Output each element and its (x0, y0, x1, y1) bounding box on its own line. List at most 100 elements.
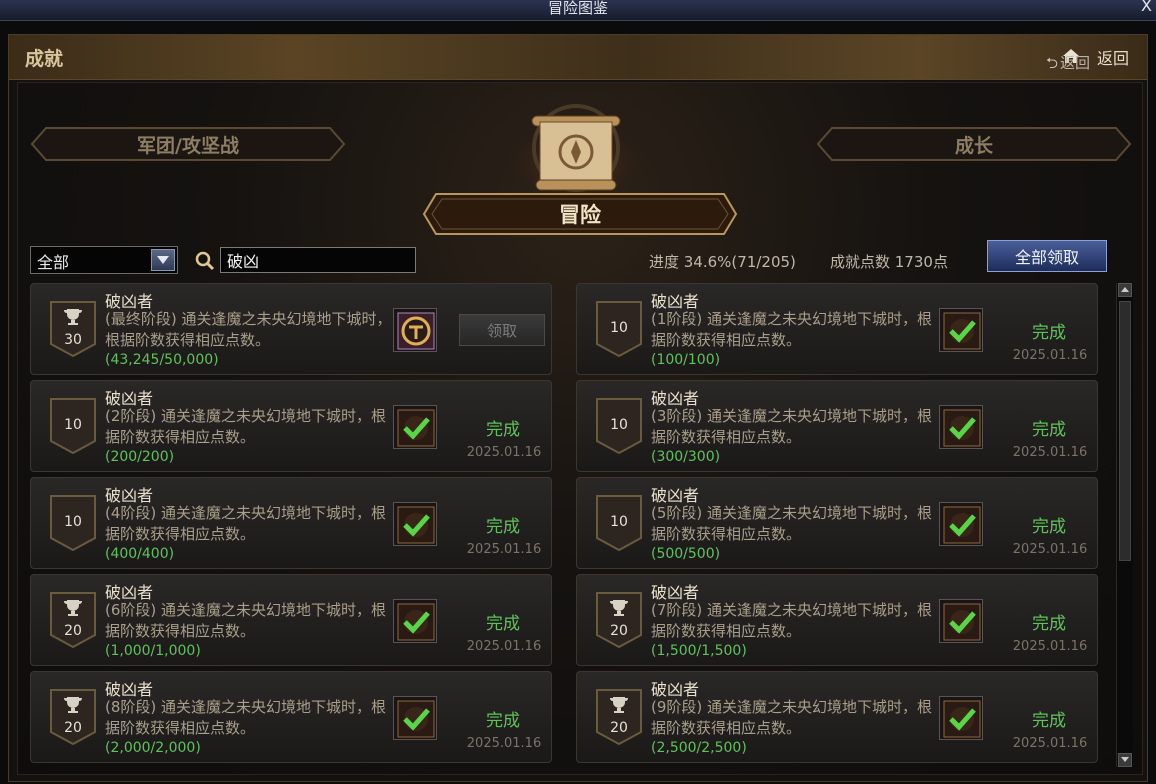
scroll-down-icon[interactable] (1118, 753, 1132, 767)
achievement-progress: (43,245/50,000) (105, 352, 219, 368)
points-badge: 10 (595, 494, 643, 552)
list-scrollbar[interactable] (1116, 283, 1133, 767)
achievement-card: 20 破凶者 (7阶段) 通关逢魔之未央幻境地下城时，根据阶数获得相应点数。 (1,5… (576, 574, 1098, 666)
check-icon (397, 409, 435, 447)
achievement-description: (6阶段) 通关逢魔之未央幻境地下城时，根据阶数获得相应点数。 (105, 601, 387, 640)
reward-slot[interactable] (939, 696, 983, 740)
achievement-card: 10 破凶者 (3阶段) 通关逢魔之未央幻境地下城时，根据阶数获得相应点数。 (300… (576, 380, 1098, 472)
completed-date: 2025.01.16 (466, 445, 542, 460)
completed-status: 完成 (1032, 323, 1066, 343)
completed-status: 完成 (486, 517, 520, 537)
trophy-icon (64, 697, 82, 713)
achievement-card: 30 破凶者 (最终阶段) 通关逢魔之未央幻境地下城时，根据阶数获得相应点数。 (43… (30, 283, 552, 375)
tab-legion-siege[interactable]: 军团/攻坚战 (30, 126, 346, 162)
close-icon[interactable]: X (1141, 0, 1152, 15)
achievement-description: (8阶段) 通关逢魔之未央幻境地下城时，根据阶数获得相应点数。 (105, 698, 387, 737)
check-icon (943, 409, 981, 447)
points-value: 10 (610, 320, 628, 336)
points-badge: 20 (595, 688, 643, 746)
points-value: 20 (610, 720, 628, 736)
trophy-icon (64, 309, 82, 325)
page-title: 成就 (25, 48, 64, 70)
points-badge: 10 (595, 300, 643, 358)
points-value: 10 (610, 417, 628, 433)
points-badge: 10 (49, 397, 97, 455)
completed-date: 2025.01.16 (466, 639, 542, 654)
check-icon (943, 506, 981, 544)
achievement-description: (4阶段) 通关逢魔之未央幻境地下城时，根据阶数获得相应点数。 (105, 504, 387, 543)
reward-slot[interactable] (393, 308, 437, 352)
achievement-progress: (300/300) (651, 449, 721, 465)
chevron-down-icon[interactable] (151, 249, 175, 271)
points-badge: 20 (49, 591, 97, 649)
achievement-card: 20 破凶者 (9阶段) 通关逢魔之未央幻境地下城时，根据阶数获得相应点数。 (2,5… (576, 671, 1098, 763)
search-input[interactable] (220, 247, 416, 273)
category-dropdown-value: 全部 (37, 253, 70, 272)
completed-status: 完成 (486, 711, 520, 731)
completed-status: 完成 (1032, 517, 1066, 537)
achievement-description: (9阶段) 通关逢魔之未央幻境地下城时，根据阶数获得相应点数。 (651, 698, 933, 737)
completed-date: 2025.01.16 (1012, 639, 1088, 654)
reward-slot[interactable] (939, 405, 983, 449)
points-value: 20 (64, 623, 82, 639)
scroll-compass-emblem (506, 104, 646, 196)
tab-adventure[interactable]: 冒险 (422, 190, 738, 238)
achievement-description: (3阶段) 通关逢魔之未央幻境地下城时，根据阶数获得相应点数。 (651, 407, 933, 446)
check-icon (943, 312, 981, 350)
achievement-progress: (100/100) (651, 352, 721, 368)
reward-slot[interactable] (393, 405, 437, 449)
achievement-points-text: 成就点数 1730点 (830, 253, 948, 271)
progress-text: 进度 34.6%(71/205) (649, 253, 796, 271)
return-arrow-icon: ⮌ (1046, 54, 1059, 72)
reward-slot[interactable] (393, 696, 437, 740)
category-dropdown[interactable]: 全部 (30, 246, 178, 274)
completed-status: 完成 (486, 614, 520, 634)
window-titlebar: 冒险图鉴 X (0, 0, 1156, 21)
points-value: 20 (64, 720, 82, 736)
achievement-card: 20 破凶者 (6阶段) 通关逢魔之未央幻境地下城时，根据阶数获得相应点数。 (1,0… (30, 574, 552, 666)
achievement-description: (1阶段) 通关逢魔之未央幻境地下城时，根据阶数获得相应点数。 (651, 310, 933, 349)
completed-date: 2025.01.16 (466, 542, 542, 557)
tab-growth[interactable]: 成长 (816, 126, 1132, 162)
back-button[interactable]: 返回 (1097, 45, 1129, 69)
trophy-icon (610, 697, 628, 713)
scroll-up-icon[interactable] (1118, 283, 1132, 297)
completed-date: 2025.01.16 (1012, 348, 1088, 363)
points-badge: 20 (49, 688, 97, 746)
window-title: 冒险图鉴 (547, 0, 608, 17)
points-value: 20 (610, 623, 628, 639)
check-icon (943, 700, 981, 738)
points-badge: 10 (595, 397, 643, 455)
scrollbar-thumb[interactable] (1119, 301, 1131, 561)
reward-emblem-icon (397, 312, 435, 350)
points-value: 30 (64, 332, 82, 348)
reward-slot[interactable] (939, 599, 983, 643)
points-badge: 10 (49, 494, 97, 552)
completed-status: 完成 (1032, 711, 1066, 731)
completed-date: 2025.01.16 (1012, 736, 1088, 751)
check-icon (397, 506, 435, 544)
achievement-progress: (2,000/2,000) (105, 740, 201, 756)
check-icon (397, 603, 435, 641)
claim-button[interactable]: 领取 (459, 314, 545, 346)
reward-slot[interactable] (939, 502, 983, 546)
tab-legion-siege-label: 军团/攻坚战 (137, 134, 239, 157)
points-value: 10 (64, 514, 82, 530)
claim-all-button[interactable]: 全部领取 (987, 240, 1107, 272)
check-icon (397, 700, 435, 738)
completed-status: 完成 (1032, 614, 1066, 634)
achievement-progress: (200/200) (105, 449, 175, 465)
sub-back-label: 返回 (1060, 54, 1091, 72)
sub-back-button[interactable]: ⮌ 返回 (1046, 52, 1090, 78)
trophy-icon (610, 600, 628, 616)
achievement-progress: (400/400) (105, 546, 175, 562)
achievement-list: 30 破凶者 (最终阶段) 通关逢魔之未央幻境地下城时，根据阶数获得相应点数。 (43… (30, 283, 1116, 767)
achievement-description: (5阶段) 通关逢魔之未央幻境地下城时，根据阶数获得相应点数。 (651, 504, 933, 543)
reward-slot[interactable] (393, 599, 437, 643)
achievement-description: (7阶段) 通关逢魔之未央幻境地下城时，根据阶数获得相应点数。 (651, 601, 933, 640)
reward-slot[interactable] (393, 502, 437, 546)
completed-date: 2025.01.16 (1012, 445, 1088, 460)
points-value: 10 (610, 514, 628, 530)
tab-adventure-label: 冒险 (559, 202, 601, 227)
reward-slot[interactable] (939, 308, 983, 352)
